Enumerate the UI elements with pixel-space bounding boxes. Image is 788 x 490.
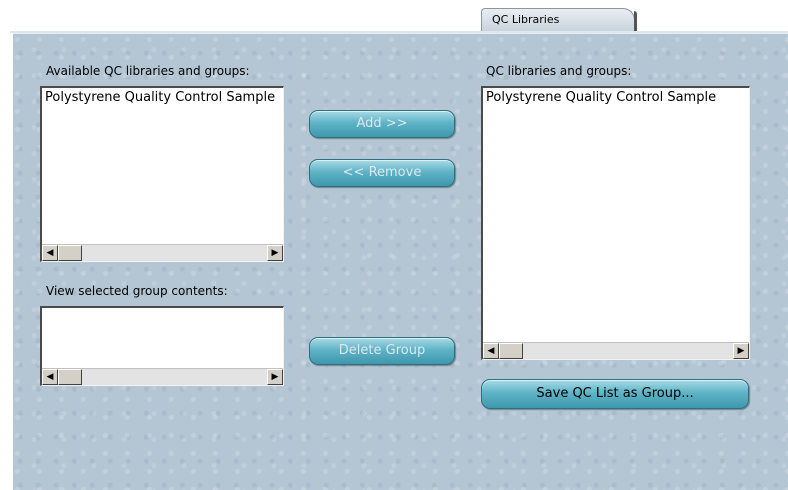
scroll-left-icon[interactable]: ◀ — [42, 369, 58, 385]
scroll-right-icon[interactable]: ▶ — [267, 245, 283, 261]
available-hscrollbar[interactable]: ◀ ▶ — [42, 244, 283, 261]
available-list-label: Available QC libraries and groups: — [46, 64, 250, 78]
scroll-right-icon[interactable]: ▶ — [267, 369, 283, 385]
group-contents-listbox[interactable]: ◀ ▶ — [40, 306, 284, 386]
add-button[interactable]: Add >> — [309, 110, 455, 138]
scroll-left-icon[interactable]: ◀ — [42, 245, 58, 261]
save-qc-list-as-group-button[interactable]: Save QC List as Group... — [481, 379, 749, 409]
selected-list-label: QC libraries and groups: — [486, 64, 632, 78]
tab-qc-libraries-label: QC Libraries — [492, 13, 560, 26]
available-list-item-0[interactable]: Polystyrene Quality Control Sample — [42, 88, 283, 107]
scroll-right-icon[interactable]: ▶ — [733, 343, 749, 359]
remove-button[interactable]: << Remove — [309, 159, 455, 187]
available-listbox[interactable]: Polystyrene Quality Control Sample ◀ ▶ — [40, 86, 284, 262]
group-contents-label: View selected group contents: — [46, 284, 228, 298]
scroll-thumb[interactable] — [499, 343, 523, 359]
selected-listbox[interactable]: Polystyrene Quality Control Sample ◀ ▶ — [481, 86, 750, 360]
selected-hscrollbar[interactable]: ◀ ▶ — [483, 342, 749, 359]
scroll-thumb[interactable] — [58, 245, 82, 261]
tab-qc-libraries[interactable]: QC Libraries — [481, 8, 637, 33]
delete-group-button[interactable]: Delete Group — [309, 337, 455, 365]
group-contents-hscrollbar[interactable]: ◀ ▶ — [42, 368, 283, 385]
scroll-left-icon[interactable]: ◀ — [483, 343, 499, 359]
scroll-thumb[interactable] — [58, 369, 82, 385]
selected-list-item-0[interactable]: Polystyrene Quality Control Sample — [483, 88, 749, 107]
